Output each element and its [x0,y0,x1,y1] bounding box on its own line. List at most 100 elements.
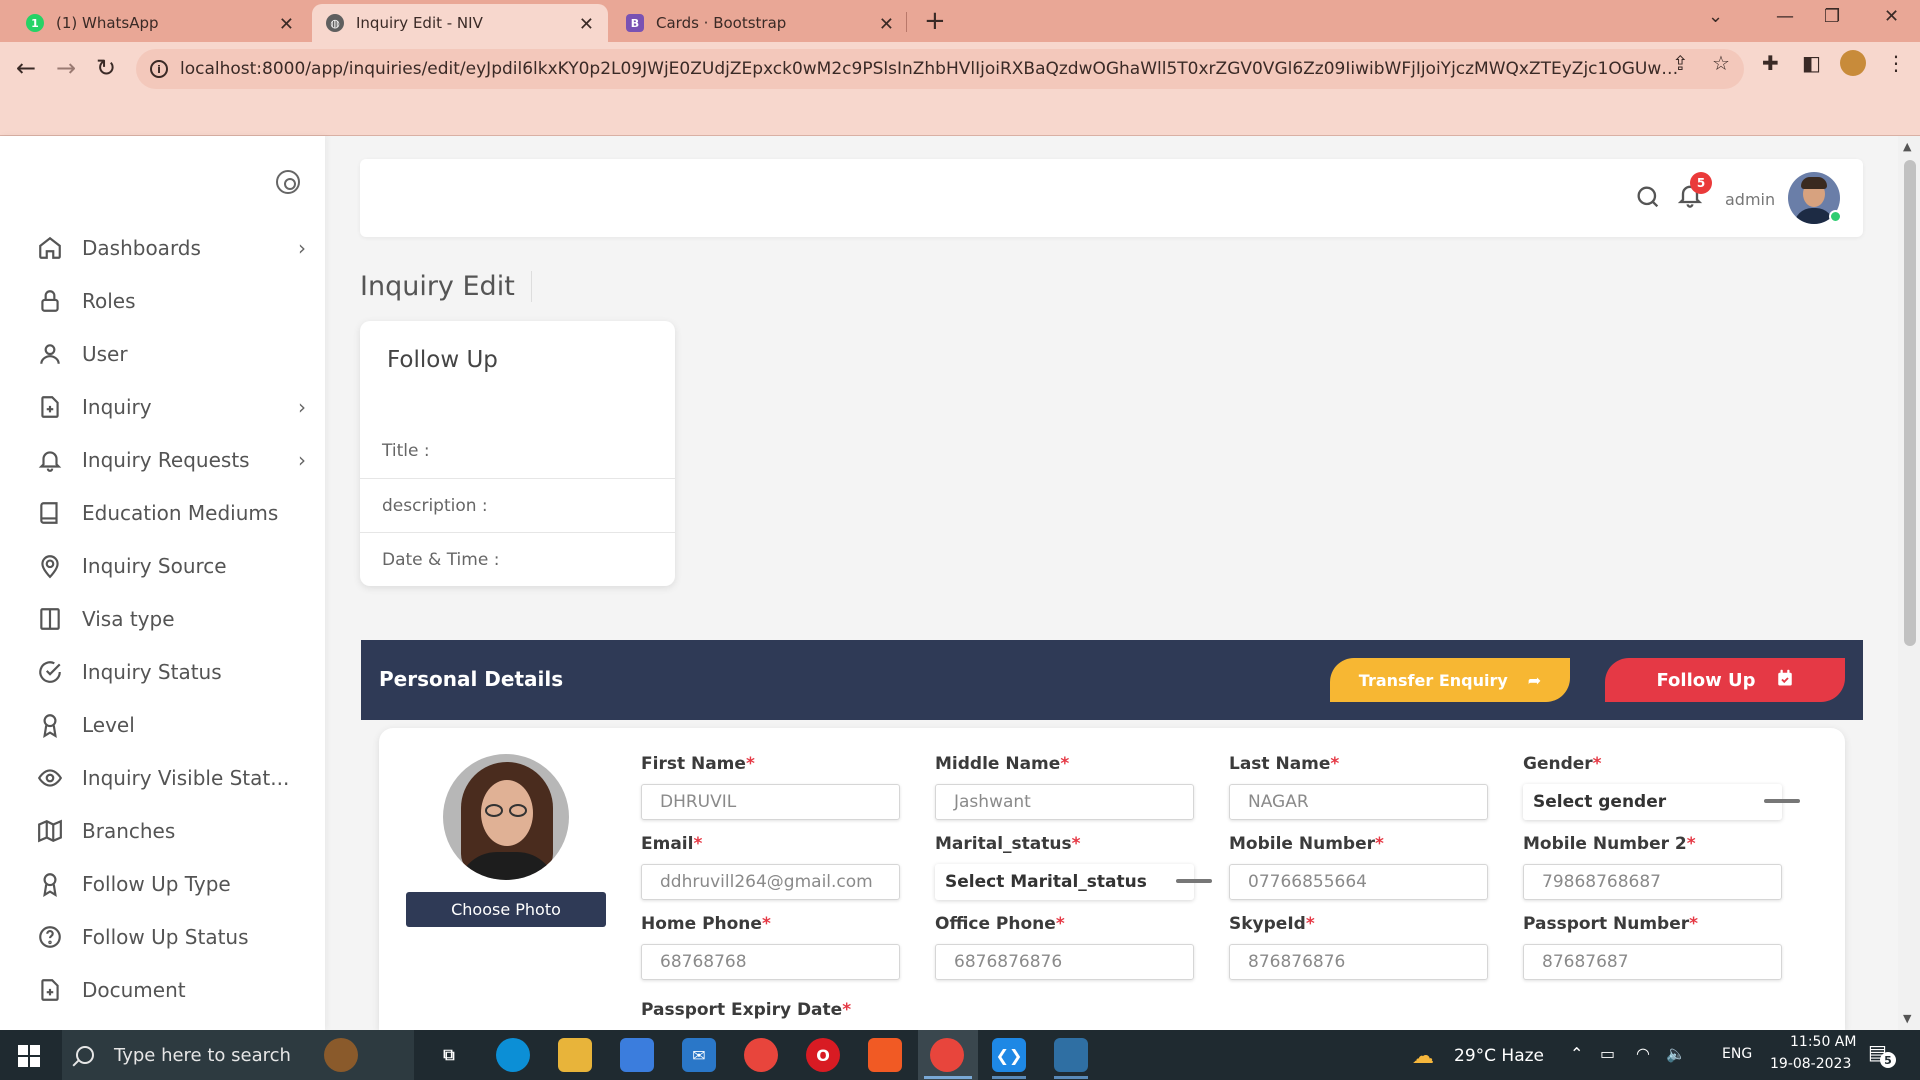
restore-icon[interactable]: ❐ [1824,6,1840,27]
scroll-down-icon[interactable]: ▼ [1903,1012,1911,1025]
forward-icon[interactable]: → [56,54,76,82]
scroll-up-icon[interactable]: ▲ [1903,140,1911,153]
gender-select[interactable]: Select gender [1523,784,1800,820]
chevron-right-icon: › [298,395,306,419]
vscode-icon[interactable]: ❮❯ [992,1038,1026,1072]
sidebar-item-inquiry-source[interactable]: Inquiry Source [36,546,306,586]
close-icon[interactable]: ✕ [579,14,594,35]
share-icon[interactable]: ⇪ [1672,51,1689,75]
mobile-number-2-input[interactable]: 79868768687 [1523,864,1782,900]
sidebar-item-education-mediums[interactable]: Education Mediums [36,493,306,533]
last-name-label: Last Name* [1229,754,1340,774]
sidebar-item-follow-up-type[interactable]: Follow Up Type [36,864,306,904]
chevron-down-icon[interactable]: ⌄ [1708,6,1723,27]
follow-up-button[interactable]: Follow Up [1605,658,1845,702]
map-icon [36,817,64,845]
page-scrollbar[interactable]: ▲ ▼ [1898,136,1920,1030]
skype-id-input[interactable]: 876876876 [1229,944,1488,980]
last-name-input[interactable]: NAGAR [1229,784,1488,820]
tab-bootstrap-cards[interactable]: B Cards · Bootstrap ✕ [612,4,908,42]
office-phone-label: Office Phone* [935,914,1065,934]
transfer-enquiry-button[interactable]: Transfer Enquiry ➦ [1330,658,1570,702]
profile-avatar[interactable] [1840,50,1866,76]
sidebar-item-label: Education Mediums [82,501,279,525]
sidebar-item-inquiry-status[interactable]: Inquiry Status [36,652,306,692]
windows-start-icon[interactable] [18,1045,40,1067]
menu-icon[interactable]: ⋮ [1886,51,1906,75]
mobile-number-2-label: Mobile Number 2* [1523,834,1696,854]
task-view-icon[interactable]: ⧉ [432,1038,466,1072]
sidebar-item-label: Follow Up Status [82,925,249,949]
running-app-indicator [992,1076,1026,1079]
sidebar-item-dashboards[interactable]: Dashboards › [36,228,306,268]
minimize-icon[interactable]: — [1776,6,1794,27]
follow-up-datetime-row: Date & Time : [360,532,675,586]
sidebar-item-document[interactable]: Document [36,970,306,1010]
username-label[interactable]: admin [1725,190,1775,209]
sidebar-toggle-icon[interactable] [276,170,300,194]
home-icon [36,234,64,262]
clock-time[interactable]: 11:50 AM [1790,1034,1856,1050]
chevron-right-icon: › [298,236,306,260]
home-phone-input[interactable]: 68768768 [641,944,900,980]
microsoft-store-icon[interactable] [620,1038,654,1072]
reload-icon[interactable]: ↻ [96,54,116,82]
chrome-icon[interactable] [744,1038,778,1072]
edge-icon[interactable] [496,1038,530,1072]
office-phone-input[interactable]: 6876876876 [935,944,1194,980]
star-icon[interactable]: ☆ [1712,51,1730,75]
weather-icon: ☁ [1412,1044,1434,1069]
sidebar-item-visa-type[interactable]: Visa type [36,599,306,639]
user-icon [36,340,64,368]
follow-up-title-row: Title : [382,441,430,461]
file-explorer-icon[interactable] [558,1038,592,1072]
clock-date[interactable]: 19-08-2023 [1770,1056,1851,1072]
sidepanel-icon[interactable]: ◧ [1802,51,1821,75]
tab-title: Inquiry Edit - NIV [356,14,483,32]
battery-icon[interactable]: ▭ [1600,1044,1615,1063]
sidebar-item-inquiry[interactable]: Inquiry › [36,387,306,427]
new-tab-icon[interactable]: + [924,6,946,36]
email-field[interactable]: ddhruvill264@gmail.com [641,864,900,900]
sidebar-item-branches[interactable]: Branches [36,811,306,851]
chrome-profile-icon[interactable] [930,1038,964,1072]
sidebar-item-inquiry-visible-status[interactable]: Inquiry Visible Stat... [36,758,306,798]
tab-whatsapp[interactable]: 1 (1) WhatsApp ✕ [12,4,308,42]
scrollbar-thumb[interactable] [1904,160,1916,646]
eye-icon [36,764,64,792]
language-indicator[interactable]: ENG [1722,1046,1752,1062]
choose-photo-button[interactable]: Choose Photo [406,892,606,927]
close-icon[interactable]: ✕ [879,14,894,35]
first-name-input[interactable]: DHRUVIL [641,784,900,820]
wifi-icon[interactable]: ◠ [1636,1044,1650,1063]
marital-status-select[interactable]: Select Marital_status [935,864,1212,900]
url-input[interactable]: i localhost:8000/app/inquiries/edit/eyJp… [136,49,1744,89]
first-name-label: First Name* [641,754,755,774]
close-window-icon[interactable]: ✕ [1884,6,1899,27]
brave-icon[interactable] [868,1038,902,1072]
mobile-number-input[interactable]: 07766855664 [1229,864,1488,900]
info-icon[interactable]: i [150,60,168,78]
passport-number-input[interactable]: 87687687 [1523,944,1782,980]
sidebar-item-roles[interactable]: Roles [36,281,306,321]
volume-icon[interactable]: 🔈 [1666,1044,1686,1063]
close-icon[interactable]: ✕ [279,14,294,35]
columns-icon [36,605,64,633]
sidebar-item-level[interactable]: Level [36,705,306,745]
search-icon[interactable] [1634,183,1662,215]
sidebar-item-label: User [82,342,128,366]
middle-name-input[interactable]: Jashwant [935,784,1194,820]
chevron-up-icon[interactable]: ⌃ [1570,1044,1583,1063]
sidebar-item-follow-up-status[interactable]: Follow Up Status [36,917,306,957]
url-text: localhost:8000/app/inquiries/edit/eyJpdi… [180,59,1680,79]
back-icon[interactable]: ← [16,54,36,82]
weather-text[interactable]: 29°C Haze [1454,1046,1544,1066]
mail-icon[interactable]: ✉ [682,1038,716,1072]
taskbar-search-input[interactable]: Type here to search [62,1030,414,1080]
sidebar-item-user[interactable]: User [36,334,306,374]
tab-inquiry-edit[interactable]: ◍ Inquiry Edit - NIV ✕ [312,4,608,42]
extensions-icon[interactable]: ✚ [1762,51,1779,75]
sidebar-item-inquiry-requests[interactable]: Inquiry Requests › [36,440,306,480]
mysql-workbench-icon[interactable] [1054,1038,1088,1072]
opera-icon[interactable]: O [806,1038,840,1072]
